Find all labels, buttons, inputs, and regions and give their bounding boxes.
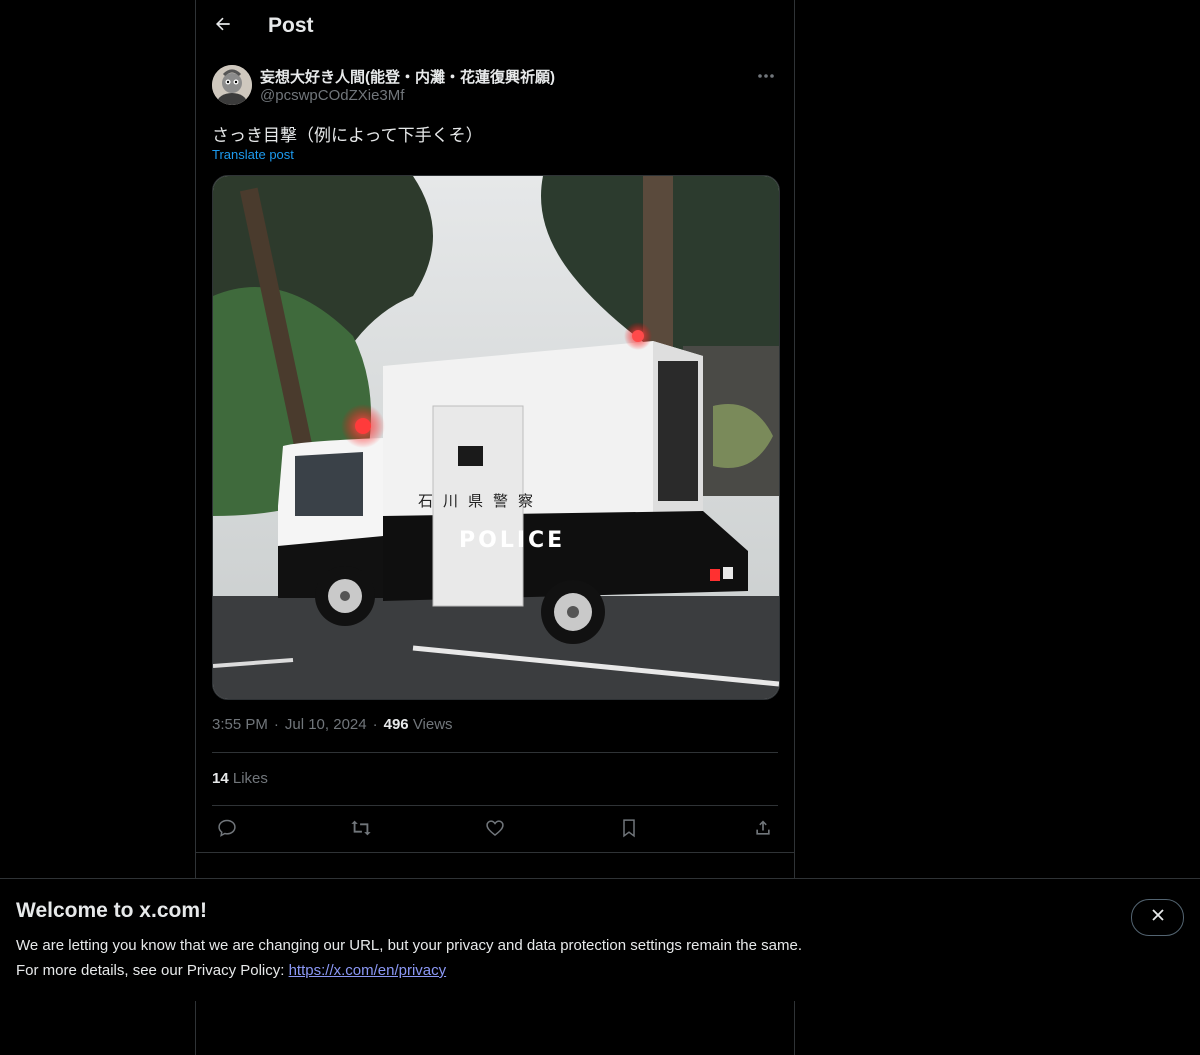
banner-title: Welcome to x.com! bbox=[16, 899, 207, 922]
reply-button[interactable] bbox=[216, 819, 238, 841]
separator-dot: · bbox=[273, 716, 279, 733]
views-label: Views bbox=[412, 716, 453, 733]
post-meta: 3:55 PM · Jul 10, 2024 · 496 Views bbox=[212, 716, 453, 733]
back-button[interactable] bbox=[208, 11, 238, 41]
more-horizontal-icon bbox=[757, 66, 775, 84]
separator-dot: · bbox=[372, 716, 378, 733]
url-change-banner: Welcome to x.com! We are letting you kno… bbox=[0, 878, 1200, 1001]
like-button[interactable] bbox=[484, 819, 506, 841]
divider bbox=[212, 805, 778, 806]
heart-icon bbox=[485, 818, 505, 843]
user-handle[interactable]: @pcswpCOdZXie3Mf bbox=[260, 87, 404, 104]
display-name[interactable]: 妄想大好き人間(能登・内灘・花蓮復興祈願) bbox=[260, 66, 555, 87]
post-header: Post bbox=[196, 0, 794, 53]
divider bbox=[196, 852, 794, 853]
banner-privacy-line: For more details, see our Privacy Policy… bbox=[16, 962, 446, 979]
close-banner-button[interactable] bbox=[1131, 899, 1184, 936]
divider bbox=[212, 752, 778, 753]
share-icon bbox=[753, 818, 773, 843]
vehicle-kanji-label: 石川県警察 bbox=[418, 492, 543, 510]
vehicle-police-label: POLICE bbox=[459, 528, 565, 553]
post-date[interactable]: Jul 10, 2024 bbox=[285, 716, 367, 733]
privacy-policy-link[interactable]: https://x.com/en/privacy bbox=[289, 962, 447, 979]
post-author: 妄想大好き人間(能登・内灘・花蓮復興祈願) @pcswpCOdZXie3Mf bbox=[212, 65, 778, 107]
close-icon bbox=[1150, 907, 1166, 928]
likes-count: 14 bbox=[212, 770, 229, 787]
page-title: Post bbox=[268, 14, 314, 37]
repost-button[interactable] bbox=[350, 819, 372, 841]
more-options-button[interactable] bbox=[754, 65, 778, 85]
banner-message: We are letting you know that we are chan… bbox=[16, 937, 802, 954]
bookmark-button[interactable] bbox=[618, 818, 640, 843]
post-text: さっき目撃（例によって下手くそ） bbox=[212, 126, 483, 145]
views-count: 496 bbox=[383, 716, 409, 733]
repost-icon bbox=[350, 817, 372, 844]
likes-label: Likes bbox=[232, 770, 268, 787]
post-image[interactable]: 石川県警察 POLICE bbox=[212, 175, 780, 700]
bookmark-icon bbox=[620, 818, 638, 843]
post-time[interactable]: 3:55 PM bbox=[212, 716, 268, 733]
arrow-left-icon bbox=[213, 14, 233, 39]
reply-icon bbox=[217, 818, 237, 843]
translate-post-link[interactable]: Translate post bbox=[212, 147, 294, 162]
post-actions bbox=[212, 814, 778, 846]
banner-privacy-prefix: For more details, see our Privacy Policy… bbox=[16, 962, 289, 979]
share-button[interactable] bbox=[752, 819, 774, 841]
likes-link[interactable]: 14 Likes bbox=[212, 770, 268, 787]
avatar[interactable] bbox=[212, 65, 252, 105]
